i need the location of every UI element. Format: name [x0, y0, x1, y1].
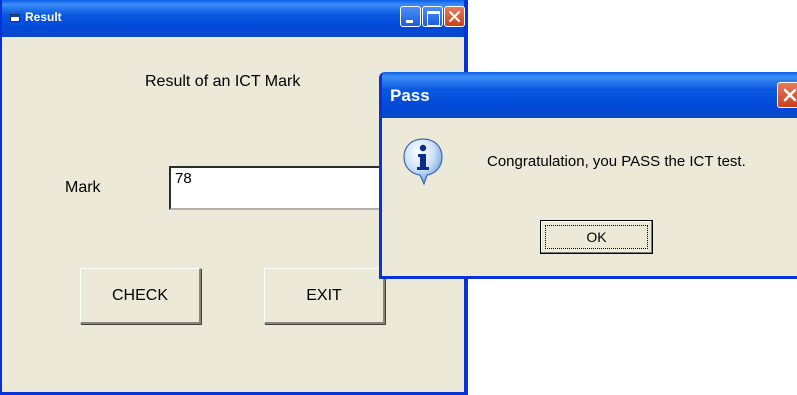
pass-dialog: Pass Congratulation, you PASS the ICT te… — [379, 72, 797, 279]
minimize-button[interactable] — [400, 6, 421, 27]
pass-titlebar[interactable]: Pass — [382, 72, 797, 118]
result-window-title: Result — [25, 10, 62, 24]
pass-message: Congratulation, you PASS the ICT test. — [487, 153, 746, 170]
ok-button[interactable]: OK — [540, 220, 653, 254]
app-icon — [10, 14, 20, 22]
close-button[interactable] — [444, 6, 465, 27]
info-icon — [403, 138, 443, 186]
check-button[interactable]: CHECK — [80, 268, 201, 324]
pass-dialog-title: Pass — [390, 86, 430, 105]
close-icon — [783, 88, 797, 102]
focus-rect — [545, 225, 648, 249]
mark-label: Mark — [65, 179, 101, 196]
maximize-button[interactable] — [422, 6, 443, 27]
result-titlebar[interactable]: Result — [2, 0, 465, 37]
close-icon — [448, 10, 461, 23]
exit-button[interactable]: EXIT — [264, 268, 385, 324]
result-heading: Result of an ICT Mark — [145, 73, 301, 90]
mark-input[interactable]: 78 — [169, 166, 389, 210]
pass-close-button[interactable] — [777, 82, 797, 108]
